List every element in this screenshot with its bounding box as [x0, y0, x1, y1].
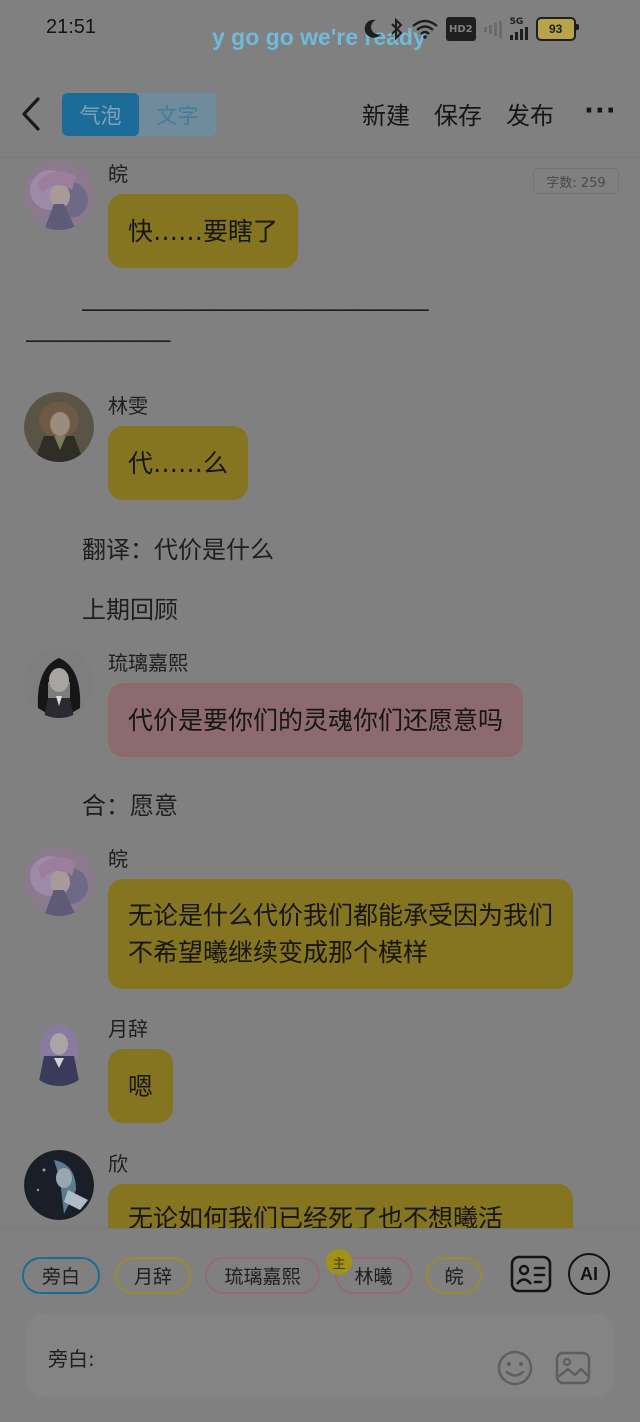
wifi-icon	[412, 17, 438, 41]
status-time: 21:51	[46, 16, 97, 38]
character-chip-narrator[interactable]: 旁白	[22, 1257, 100, 1294]
signal-bars-sim1-icon	[483, 17, 502, 41]
word-count-badge: 字数: 259	[533, 168, 619, 194]
hd-badge: HD2	[446, 17, 476, 41]
header-actions: 新建 保存 发布	[362, 96, 554, 131]
narration-text: 上期回顾	[82, 596, 178, 624]
network-type: 5G	[509, 17, 524, 27]
character-chip-yueci[interactable]: 月辞	[115, 1257, 191, 1294]
header: 气泡 文字 新建 保存 发布 ···	[0, 82, 640, 148]
character-chip-liulijiaxi[interactable]: 琉璃嘉熙	[205, 1257, 320, 1294]
avatar[interactable]	[24, 648, 94, 718]
divider-text: ——————————	[26, 326, 171, 354]
avatar[interactable]	[24, 1016, 94, 1086]
avatar[interactable]	[24, 392, 94, 462]
back-arrow-icon	[22, 97, 40, 131]
character-chip-wan[interactable]: 皖	[426, 1257, 482, 1294]
sender-name: 林雯	[108, 394, 148, 418]
character-manage-button[interactable]	[510, 1253, 552, 1295]
more-button[interactable]: ···	[584, 96, 617, 126]
avatar[interactable]	[24, 1150, 94, 1220]
narration-text: 合：愿意	[82, 792, 178, 820]
message-bubble[interactable]: 无论如何我们已经死了也不想曦活	[108, 1184, 573, 1228]
new-button[interactable]: 新建	[362, 96, 410, 131]
status-bar: 21:51 y go go we're ready HD2 5G 93	[0, 0, 640, 58]
avatar[interactable]	[24, 846, 94, 916]
emoji-icon	[497, 1350, 533, 1386]
message-bubble[interactable]: 嗯	[108, 1049, 174, 1123]
mode-toggle: 气泡 文字	[62, 93, 216, 136]
sender-name: 欣	[108, 1152, 128, 1176]
message-bubble[interactable]: 代……么	[108, 426, 249, 500]
back-button[interactable]	[18, 96, 48, 132]
save-button[interactable]: 保存	[434, 96, 482, 131]
host-badge: 主	[326, 1249, 352, 1275]
status-icons: HD2 5G 93	[364, 16, 579, 42]
narration-text: 翻译：代价是什么	[82, 536, 274, 564]
avatar[interactable]	[24, 160, 94, 230]
tab-bubble[interactable]: 气泡	[62, 93, 139, 136]
battery-icon: 93	[535, 17, 579, 41]
sender-name: 琉璃嘉熙	[108, 651, 188, 675]
ai-button[interactable]: AI	[568, 1253, 610, 1295]
bluetooth-icon	[390, 17, 404, 41]
message-bubble[interactable]: 代价是要你们的灵魂你们还愿意吗	[108, 683, 524, 757]
message-input[interactable]: 旁白:	[26, 1313, 614, 1397]
emoji-button[interactable]	[496, 1349, 534, 1387]
message-bubble[interactable]: 无论是什么代价我们都能承受因为我们不希望曦继续变成那个模样	[108, 879, 573, 989]
publish-button[interactable]: 发布	[506, 96, 554, 131]
divider-text: ————————————————————————	[82, 295, 429, 323]
bottom-bar: 旁白 月辞 琉璃嘉熙 林曦 主 皖 AI 旁白:	[0, 1228, 640, 1422]
chat-area[interactable]: 字数: 259 皖 快……要瞎了 ———————————————————————…	[0, 158, 640, 1228]
sender-name: 皖	[108, 847, 128, 871]
sender-name: 皖	[108, 162, 128, 186]
signal-bars-5g-icon: 5G	[509, 17, 528, 41]
input-speaker-label: 旁白:	[48, 1347, 95, 1371]
image-button[interactable]	[554, 1349, 592, 1387]
contact-card-icon	[510, 1255, 552, 1293]
sender-name: 月辞	[108, 1017, 148, 1041]
message-bubble[interactable]: 快……要瞎了	[108, 194, 299, 268]
image-icon	[555, 1351, 591, 1385]
tab-text[interactable]: 文字	[139, 93, 216, 136]
moon-icon	[364, 17, 382, 41]
